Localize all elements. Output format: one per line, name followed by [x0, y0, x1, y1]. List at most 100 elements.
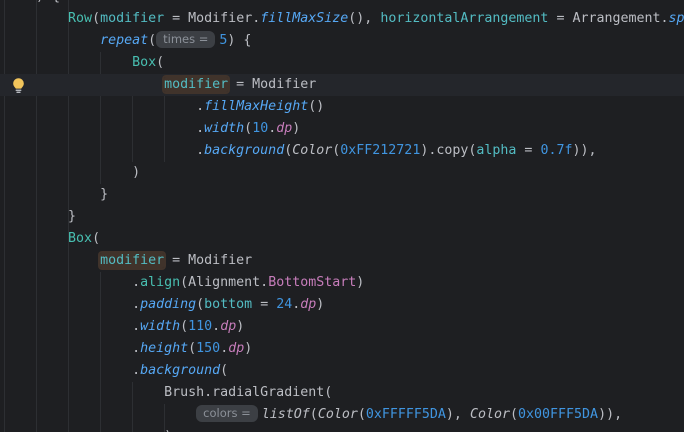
code-token: .	[4, 143, 205, 158]
code-token: (),	[348, 11, 381, 26]
code-token: .	[4, 319, 141, 334]
code-token: fillMaxHeight	[204, 99, 309, 114]
code-token: = Arrangement.	[548, 11, 669, 26]
code-token: (	[244, 121, 253, 136]
code-line[interactable]: .width(110.dp)	[0, 316, 684, 338]
code-token: Color	[317, 407, 358, 422]
code-line[interactable]: Brush.radialGradient(	[0, 382, 684, 404]
code-token: .	[212, 319, 221, 334]
code-line-current[interactable]: modifier = Modifier	[0, 74, 684, 96]
code-token: (	[196, 297, 205, 312]
code-line[interactable]: .width(10.dp)	[0, 118, 684, 140]
code-token: =	[252, 297, 277, 312]
code-line[interactable]: )	[0, 426, 684, 432]
code-line[interactable]: Row(modifier = Modifier.fillMaxSize(), h…	[0, 8, 684, 30]
code-token: Brush.radialGradient(	[4, 385, 333, 400]
code-token: 0x00FFF5DA	[518, 407, 599, 422]
code-token: horizontalArrangement	[380, 11, 549, 26]
code-token: bottom	[204, 297, 253, 312]
code-token: BottomStart	[268, 275, 357, 290]
code-line[interactable]: Box(	[0, 228, 684, 250]
code-token: Box	[132, 55, 157, 70]
code-token: width	[140, 319, 181, 334]
code-line[interactable]: .background(Color(0xFF212721).copy(alpha…	[0, 140, 684, 162]
highlighted-identifier: modifier	[100, 253, 165, 268]
code-token: 0.7f	[540, 143, 573, 158]
code-token: .	[4, 99, 205, 114]
code-token: repeat	[100, 33, 149, 48]
code-line[interactable]: repeat(times = 5) {	[0, 30, 684, 52]
code-token: )	[244, 341, 253, 356]
code-token: 110	[188, 319, 213, 334]
bulb-base-line-1	[15, 89, 22, 91]
code-token: .	[4, 341, 141, 356]
code-line[interactable]: }	[0, 184, 684, 206]
code-token: = Modifier	[228, 77, 317, 92]
code-token: 24	[276, 297, 293, 312]
code-token: (	[148, 33, 157, 48]
code-token: fillMaxSize	[260, 11, 349, 26]
bulb-base-line-2	[16, 91, 21, 93]
code-token: (Alignment.	[180, 275, 269, 290]
code-editor[interactable]: ) { Row(modifier = Modifier.fillMaxSize(…	[0, 0, 684, 432]
code-token: (	[180, 319, 189, 334]
code-token: )	[356, 275, 365, 290]
code-token: (	[92, 231, 101, 246]
code-line[interactable]: )	[0, 162, 684, 184]
code-token: = Modifier.	[164, 11, 261, 26]
code-token: modifier	[100, 11, 165, 26]
code-token: (	[509, 407, 518, 422]
code-token: ).copy(	[420, 143, 477, 158]
bulb-glyph	[13, 78, 24, 89]
code-token: alpha	[476, 143, 517, 158]
code-token: ()	[308, 99, 325, 114]
code-token: ) {	[4, 0, 60, 4]
code-token: background	[204, 143, 285, 158]
code-token: Box	[68, 231, 93, 246]
code-token: }	[4, 187, 109, 202]
code-token: Row	[68, 11, 93, 26]
code-area[interactable]: ) { Row(modifier = Modifier.fillMaxSize(…	[0, 0, 684, 432]
code-token: }	[4, 209, 77, 224]
code-token: (	[357, 407, 366, 422]
code-token: Color	[292, 143, 333, 158]
code-line[interactable]: .background(	[0, 360, 684, 382]
code-token: )),	[572, 143, 597, 158]
code-line[interactable]: ) {	[0, 0, 684, 8]
code-token: ) {	[227, 33, 252, 48]
code-token: dp	[228, 341, 245, 356]
code-token: dp	[300, 297, 317, 312]
code-token: 150	[196, 341, 221, 356]
code-token: background	[140, 363, 221, 378]
intention-lightbulb-icon[interactable]	[10, 77, 27, 94]
code-line[interactable]: Box(	[0, 52, 684, 74]
code-token: 0xFF212721	[340, 143, 421, 158]
code-token: .	[4, 297, 141, 312]
code-token: .	[4, 275, 141, 290]
code-token: )	[236, 319, 245, 334]
code-token: (	[220, 363, 229, 378]
code-line[interactable]: .padding(bottom = 24.dp)	[0, 294, 684, 316]
inlay-hint[interactable]: times =	[156, 30, 216, 48]
code-token: 10	[252, 121, 269, 136]
code-line[interactable]: .fillMaxHeight()	[0, 96, 684, 118]
code-line[interactable]: .align(Alignment.BottomStart)	[0, 272, 684, 294]
code-token: ),	[445, 407, 470, 422]
code-token: .	[4, 121, 205, 136]
code-line[interactable]: }	[0, 206, 684, 228]
inlay-hint[interactable]: colors =	[196, 404, 258, 422]
code-token: (	[309, 407, 318, 422]
code-token: (	[92, 11, 101, 26]
code-token: =	[516, 143, 541, 158]
code-token: Color	[469, 407, 510, 422]
code-token: )),	[598, 407, 623, 422]
code-line[interactable]: .height(150.dp)	[0, 338, 684, 360]
code-line[interactable]: modifier = Modifier	[0, 250, 684, 272]
code-line[interactable]: colors = listOf(Color(0xFFFFF5DA), Color(…	[0, 404, 684, 426]
code-token: )	[292, 121, 301, 136]
